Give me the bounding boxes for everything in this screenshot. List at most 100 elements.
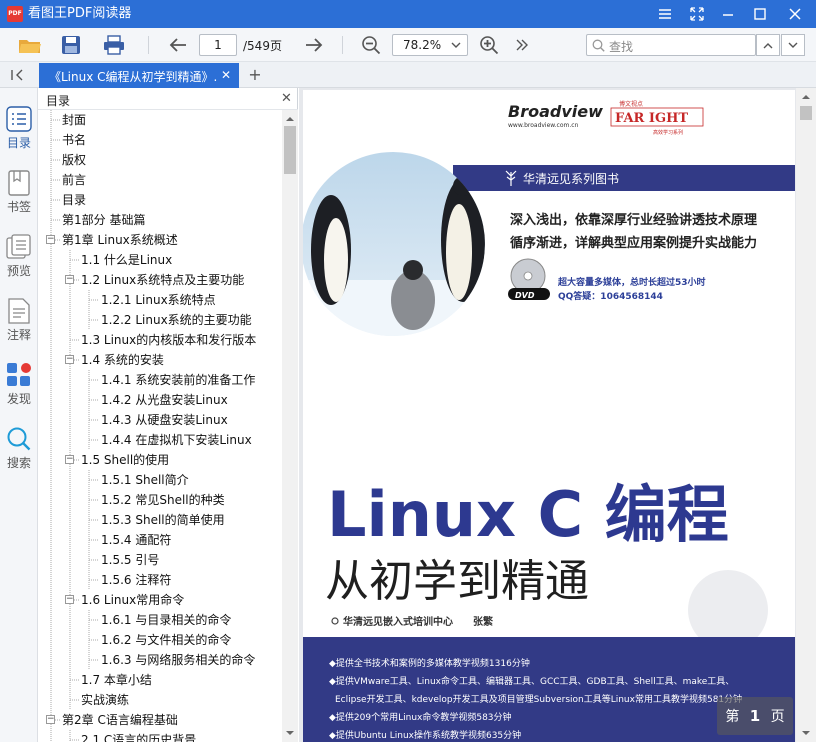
cover-bullet: ◆提供Ubuntu Linux操作系统教学视频635分钟 bbox=[329, 729, 521, 741]
toc-item[interactable]: 前言 bbox=[62, 170, 86, 190]
scroll-up-icon[interactable] bbox=[802, 94, 810, 100]
bookmark-icon bbox=[8, 170, 30, 196]
document-scrollbar[interactable] bbox=[796, 88, 816, 742]
toc-item[interactable]: 版权 bbox=[62, 150, 86, 170]
prev-page-icon[interactable] bbox=[165, 31, 191, 59]
sidebar-item-label: 发现 bbox=[6, 392, 31, 406]
toc-item[interactable]: 1.5 Shell的使用 bbox=[81, 450, 169, 470]
page-number-input[interactable] bbox=[199, 34, 237, 56]
toc-item[interactable]: 2.1 C语言的历史背景 bbox=[81, 730, 196, 742]
toc-close-icon[interactable]: ✕ bbox=[281, 91, 292, 106]
toc-item[interactable]: 封面 bbox=[62, 110, 86, 130]
save-icon[interactable] bbox=[57, 31, 85, 59]
zoom-in-icon[interactable] bbox=[476, 31, 502, 59]
tab-document[interactable]: 《Linux C编程从初学到精通》.(C ✕ bbox=[39, 63, 239, 88]
scroll-down-icon[interactable] bbox=[286, 730, 294, 736]
document-view[interactable]: Broadview www.broadview.com.cn 博文视点 FAR … bbox=[299, 88, 816, 742]
page-indicator-suffix: 页 bbox=[770, 709, 785, 725]
tab-close-icon[interactable]: ✕ bbox=[221, 68, 231, 82]
book-title-main: Linux C 编程 bbox=[327, 478, 729, 551]
toc-scroll-thumb[interactable] bbox=[284, 126, 296, 174]
toc-item[interactable]: 1.4.1 系统安装前的准备工作 bbox=[101, 370, 255, 390]
dvd-label: DVD bbox=[515, 291, 535, 300]
toc-item[interactable]: 1.5.4 通配符 bbox=[101, 530, 171, 550]
toc-item[interactable]: 目录 bbox=[62, 190, 86, 210]
toc-scrollbar[interactable] bbox=[282, 110, 298, 742]
scroll-up-icon[interactable] bbox=[286, 116, 294, 122]
minimize-button[interactable] bbox=[718, 4, 738, 24]
search-icon bbox=[7, 427, 31, 451]
slogan-line-1: 深入浅出，依靠深厚行业经验讲透技术原理 bbox=[510, 212, 757, 228]
document-scroll-thumb[interactable] bbox=[800, 106, 812, 120]
toc-item[interactable]: 1.2 Linux系统特点及主要功能 bbox=[81, 270, 244, 290]
sidebar-item-label: 预览 bbox=[6, 264, 31, 278]
sidebar-item-bookmarks[interactable]: 书签 bbox=[0, 170, 38, 230]
toc-item[interactable]: 书名 bbox=[62, 130, 86, 150]
toc-item[interactable]: 1.4.3 从硬盘安装Linux bbox=[101, 410, 228, 430]
toc-item[interactable]: 1.5.5 引号 bbox=[101, 550, 159, 570]
sidebar-item-preview[interactable]: 预览 bbox=[0, 234, 38, 294]
zoom-select[interactable]: 78.2% bbox=[392, 34, 468, 56]
toc-collapse-toggle[interactable]: − bbox=[46, 235, 55, 244]
maximize-button[interactable] bbox=[750, 4, 770, 24]
sidebar-item-search[interactable]: 搜索 bbox=[0, 426, 38, 486]
scroll-down-icon[interactable] bbox=[802, 730, 810, 736]
toc-item[interactable]: 1.6 Linux常用命令 bbox=[81, 590, 184, 610]
sidebar-item-toc[interactable]: 目录 bbox=[0, 106, 38, 166]
toc-collapse-toggle[interactable]: − bbox=[65, 275, 74, 284]
toc-item[interactable]: 1.5.3 Shell的简单使用 bbox=[101, 510, 225, 530]
toc-panel: 目录 ✕ 封面 书名 版权 前言 目录 第1部分 基础篇 第1章 Linux系统概述 −1.1… bbox=[38, 88, 298, 742]
search-prev-button[interactable] bbox=[756, 34, 780, 56]
sidebar-item-annotations[interactable]: 注释 bbox=[0, 298, 38, 358]
toc-item[interactable]: 第2章 C语言编程基础 bbox=[62, 710, 178, 730]
toc-item[interactable]: 1.4.4 在虚拟机下安装Linux bbox=[101, 430, 252, 450]
toc-collapse-toggle[interactable]: − bbox=[46, 715, 55, 724]
toc-item[interactable]: 1.3 Linux的内核版本和发行版本 bbox=[81, 330, 256, 350]
cover-bullet: ◆提供全书技术和案例的多媒体教学视频1316分钟 bbox=[329, 657, 530, 669]
toolbar-divider bbox=[342, 36, 343, 54]
pdf-page[interactable]: Broadview www.broadview.com.cn 博文视点 FAR … bbox=[303, 90, 795, 742]
sidebar-item-label: 目录 bbox=[6, 136, 31, 150]
close-button[interactable] bbox=[785, 4, 805, 24]
toc-item[interactable]: 1.5.1 Shell简介 bbox=[101, 470, 189, 490]
collapse-sidebar-icon[interactable] bbox=[8, 66, 28, 84]
toc-item[interactable]: 第1部分 基础篇 bbox=[62, 210, 145, 230]
page-indicator-prefix: 第 bbox=[725, 709, 740, 725]
toc-item[interactable]: 1.6.1 与目录相关的命令 bbox=[101, 610, 231, 630]
fullscreen-icon[interactable] bbox=[687, 4, 707, 24]
book-cover: Broadview www.broadview.com.cn 博文视点 FAR … bbox=[303, 90, 795, 742]
cover-bullet: Eclipse开发工具、kdevelop开发工具及项目管理Subversion工… bbox=[335, 693, 742, 705]
toc-item[interactable]: 1.5.2 常见Shell的种类 bbox=[101, 490, 225, 510]
open-folder-icon[interactable] bbox=[16, 31, 44, 59]
toc-item[interactable]: 1.7 本章小结 bbox=[81, 670, 152, 690]
toc-item[interactable]: 1.4 系统的安装 bbox=[81, 350, 164, 370]
app-logo-icon: PDF bbox=[7, 6, 23, 22]
toc-item[interactable]: 1.6.3 与网络服务相关的命令 bbox=[101, 650, 255, 670]
toc-item[interactable]: 1.5.6 注释符 bbox=[101, 570, 171, 590]
print-icon[interactable] bbox=[100, 31, 128, 59]
next-page-icon[interactable] bbox=[301, 31, 327, 59]
toc-item[interactable]: 1.1 什么是Linux bbox=[81, 250, 172, 270]
toc-item[interactable]: 1.4.2 从光盘安装Linux bbox=[101, 390, 228, 410]
book-title-sub: 从初学到精通 bbox=[325, 556, 589, 607]
toc-collapse-toggle[interactable]: − bbox=[65, 595, 74, 604]
zoom-out-icon[interactable] bbox=[358, 31, 384, 59]
tab-label: 《Linux C编程从初学到精通》.(C bbox=[49, 70, 217, 84]
chevron-down-icon bbox=[451, 42, 461, 48]
toc-item[interactable]: 实战演练 bbox=[81, 690, 129, 710]
toc-item[interactable]: 1.2.2 Linux系统的主要功能 bbox=[101, 310, 252, 330]
more-tools-icon[interactable] bbox=[510, 31, 534, 59]
search-next-button[interactable] bbox=[781, 34, 805, 56]
toc-title: 目录 bbox=[46, 94, 71, 108]
toc-item[interactable]: 1.6.2 与文件相关的命令 bbox=[101, 630, 231, 650]
sidebar-item-discover[interactable]: 发现 bbox=[0, 362, 38, 422]
toc-item[interactable]: 第1章 Linux系统概述 bbox=[62, 230, 178, 250]
add-tab-icon[interactable]: + bbox=[246, 65, 264, 85]
toc-collapse-toggle[interactable]: − bbox=[65, 355, 74, 364]
menu-icon[interactable] bbox=[655, 4, 675, 24]
search-input[interactable]: 查找 bbox=[586, 34, 756, 56]
zoom-value: 78.2% bbox=[403, 38, 442, 52]
sidebar-item-label: 搜索 bbox=[6, 456, 31, 470]
toc-collapse-toggle[interactable]: − bbox=[65, 455, 74, 464]
toc-item[interactable]: 1.2.1 Linux系统特点 bbox=[101, 290, 216, 310]
